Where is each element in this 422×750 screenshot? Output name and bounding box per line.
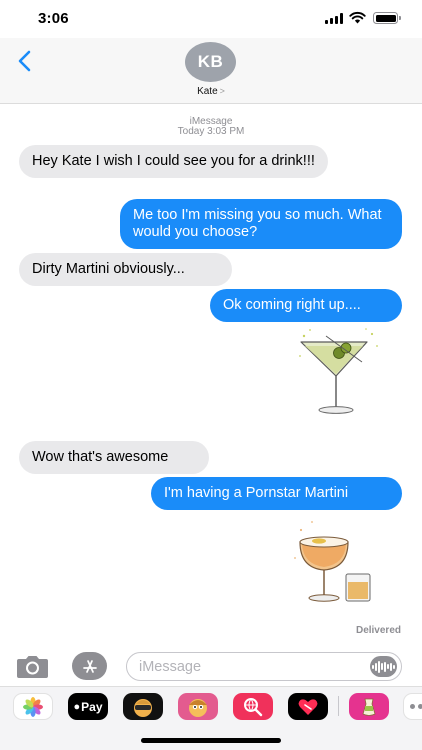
home-indicator <box>141 738 281 743</box>
incoming-message-bubble[interactable]: Wow that's awesome <box>19 441 209 474</box>
status-bar: 3:06 <box>0 0 422 38</box>
outgoing-message-bubble[interactable]: Ok coming right up.... <box>210 289 402 322</box>
chevron-right-icon: > <box>219 86 225 96</box>
cellular-signal-icon <box>325 13 343 24</box>
sticker-pack-icon[interactable] <box>349 693 389 720</box>
web-search-icon[interactable] <box>233 693 273 720</box>
app-drawer: ● Pay <box>0 686 422 750</box>
martini-glass-sticker[interactable] <box>296 326 384 418</box>
photos-icon[interactable] <box>13 693 53 720</box>
digital-touch-icon[interactable] <box>288 693 328 720</box>
status-time: 3:06 <box>38 10 69 27</box>
incoming-message-bubble[interactable]: Hey Kate I wish I could see you for a dr… <box>19 145 328 178</box>
pornstar-martini-sticker[interactable] <box>292 516 384 608</box>
contact-name: Kate <box>197 86 218 97</box>
incoming-message-bubble[interactable]: Dirty Martini obviously... <box>19 253 232 286</box>
outgoing-message-bubble[interactable]: I'm having a Pornstar Martini <box>151 477 402 510</box>
contact-avatar[interactable]: KB <box>185 42 236 82</box>
message-composer <box>0 648 422 684</box>
delivered-status: Delivered <box>355 625 401 636</box>
more-apps-icon[interactable] <box>403 693 422 720</box>
drawer-separator <box>338 696 339 716</box>
conversation-header: KB Kate > <box>0 38 422 104</box>
app-store-icon[interactable] <box>72 652 107 680</box>
contact-name-button[interactable]: Kate > <box>0 86 422 97</box>
apple-pay-icon[interactable]: ● Pay <box>68 693 108 720</box>
message-input[interactable] <box>126 652 402 681</box>
apple-pay-label: Pay <box>81 699 103 714</box>
audio-message-icon[interactable] <box>370 656 397 677</box>
thread-timestamp: Today 3:03 PM <box>177 126 245 137</box>
camera-icon[interactable] <box>16 654 49 679</box>
back-chevron-icon[interactable] <box>14 48 36 74</box>
memoji-icon[interactable] <box>123 693 163 720</box>
battery-icon <box>373 12 401 24</box>
animoji-icon[interactable] <box>178 693 218 720</box>
outgoing-message-bubble[interactable]: Me too I'm missing you so much. What wou… <box>120 199 402 249</box>
wifi-icon <box>349 11 366 24</box>
